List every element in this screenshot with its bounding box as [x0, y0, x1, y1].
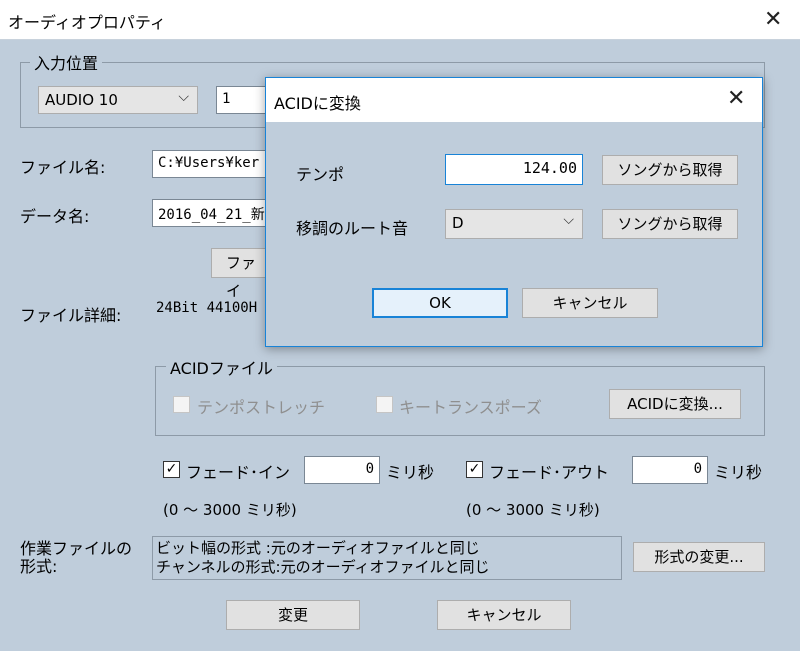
tempo-stretch-label: テンポストレッチ	[197, 398, 326, 417]
file-name-label: ファイル名:	[20, 158, 106, 177]
input-position-legend: 入力位置	[30, 50, 103, 74]
file-name-field[interactable]: C:¥Users¥ker	[152, 150, 266, 178]
chevron-down-icon: ⌵	[563, 212, 574, 228]
key-transpose-label: キートランスポーズ	[399, 398, 542, 417]
dialog-title: ACIDに変換	[274, 94, 361, 113]
key-label: 移調のルート音	[296, 219, 409, 238]
window-title: オーディオプロパティ	[8, 13, 166, 32]
index-field[interactable]: 1	[216, 86, 266, 114]
acid-legend: ACIDファイル	[166, 355, 277, 379]
key-from-song-button[interactable]: ソングから取得	[602, 209, 738, 239]
fade-out-unit: ミリ秒	[714, 463, 763, 482]
key-transpose-checkbox[interactable]	[376, 396, 393, 413]
fade-in-range: (0 ～ 3000 ミリ秒)	[163, 501, 297, 519]
change-format-button[interactable]: 形式の変更...	[633, 542, 765, 572]
fade-out-label: フェード･アウト	[489, 463, 610, 482]
key-select[interactable]: D ⌵	[445, 209, 583, 239]
fade-in-field[interactable]: 0	[304, 456, 380, 484]
work-format-label-line2: 形式:	[20, 557, 58, 576]
fade-in-unit: ミリ秒	[386, 463, 435, 482]
tempo-from-song-button[interactable]: ソングから取得	[602, 155, 738, 185]
tempo-label: テンポ	[296, 165, 345, 184]
file-details-label: ファイル詳細:	[20, 306, 122, 325]
key-value: D	[452, 214, 464, 232]
dialog-close-icon[interactable]: ✕	[727, 88, 745, 110]
work-format-label: 作業ファイルの 形式:	[20, 540, 132, 576]
title-bar: オーディオプロパティ ✕	[0, 0, 800, 40]
work-format-line1: ビット幅の形式 :元のオーディオファイルと同じ	[156, 539, 480, 557]
acid-convert-dialog: ACIDに変換 ✕ テンポ 124.00 ソングから取得 移調のルート音 D ⌵…	[265, 77, 763, 347]
convert-to-acid-button[interactable]: ACIDに変換...	[609, 389, 741, 419]
work-format-line2: チャンネルの形式:元のオーディオファイルと同じ	[156, 558, 490, 576]
work-format-label-line1: 作業ファイルの	[20, 539, 133, 558]
data-name-field[interactable]: 2016_04_21_新	[152, 199, 266, 227]
fade-out-range: (0 ～ 3000 ミリ秒)	[466, 501, 600, 519]
file-details-value: 24Bit 44100H	[156, 300, 258, 316]
work-format-box: ビット幅の形式 :元のオーディオファイルと同じ チャンネルの形式:元のオーディオ…	[152, 536, 622, 580]
dialog-ok-button[interactable]: OK	[372, 288, 508, 318]
tempo-stretch-checkbox[interactable]	[173, 396, 190, 413]
dialog-title-bar: ACIDに変換 ✕	[266, 78, 762, 122]
apply-button[interactable]: 変更	[226, 600, 360, 630]
dialog-cancel-button[interactable]: キャンセル	[522, 288, 658, 318]
chevron-down-icon: ⌵	[178, 89, 189, 105]
cancel-button[interactable]: キャンセル	[437, 600, 571, 630]
fade-out-field[interactable]: 0	[632, 456, 708, 484]
fade-out-checkbox[interactable]: ✓	[466, 461, 483, 478]
track-value: AUDIO 10	[45, 91, 118, 109]
file-browse-button[interactable]: ファイ	[211, 248, 267, 300]
fade-in-label: フェード･イン	[186, 463, 291, 482]
track-select[interactable]: AUDIO 10 ⌵	[38, 86, 198, 114]
fade-in-checkbox[interactable]: ✓	[163, 461, 180, 478]
tempo-field[interactable]: 124.00	[445, 154, 583, 185]
data-name-label: データ名:	[20, 207, 90, 226]
close-icon[interactable]: ✕	[764, 9, 782, 31]
